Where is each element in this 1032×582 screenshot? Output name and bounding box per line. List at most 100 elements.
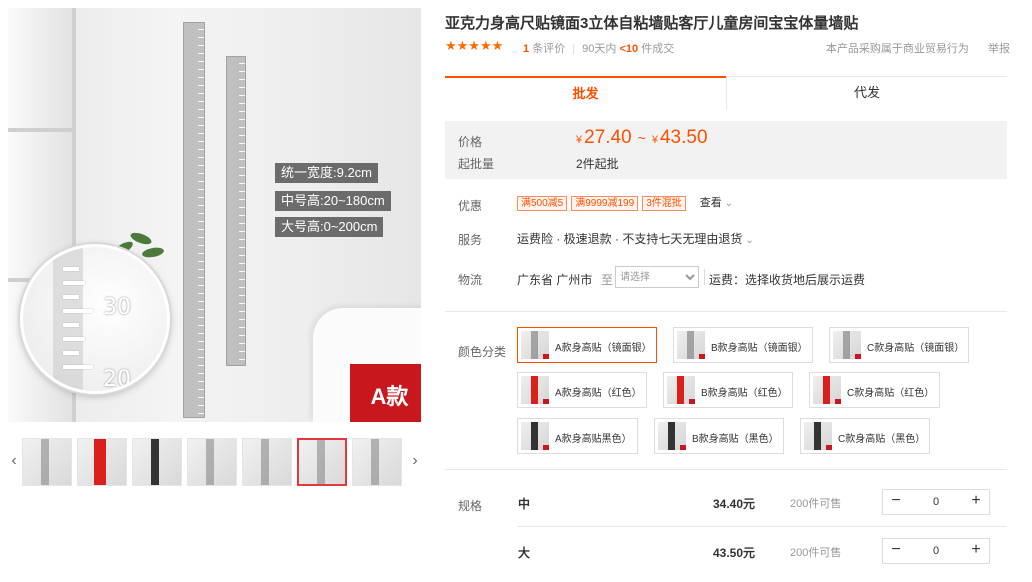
thumbnail-strip: ‹ ›: [8, 436, 421, 488]
zoom-detail-circle: 30 20: [20, 244, 170, 394]
price-label: 价格: [458, 135, 483, 149]
ruler-tick: [239, 127, 245, 128]
ruler-tick: [198, 189, 204, 190]
color-option-c-red[interactable]: C款身高贴（红色）: [809, 372, 940, 408]
color-option-a-black[interactable]: A款身高贴黑色）: [517, 418, 638, 454]
chevron-down-icon: ⌄: [724, 198, 734, 209]
ruler-tick: [239, 359, 245, 360]
quantity-input[interactable]: [911, 491, 961, 513]
thumb-prev-arrow-icon[interactable]: ‹: [8, 450, 20, 472]
spec-price: 43.50元: [713, 546, 756, 560]
ruler-tick: [239, 279, 245, 280]
quantity-input[interactable]: [911, 540, 961, 562]
promo-label: 优惠: [458, 199, 483, 213]
thumbnail[interactable]: [187, 438, 237, 486]
ruler-tick: [239, 287, 245, 288]
quantity-stepper: − +: [882, 538, 990, 564]
tab-wholesale[interactable]: 批发: [445, 76, 726, 110]
ruler-tick: [198, 37, 204, 38]
ruler-tick: [198, 389, 204, 390]
color-option-a-silver[interactable]: A款身高贴（镜面银）: [517, 327, 657, 363]
increase-button[interactable]: +: [963, 539, 989, 563]
decrease-button[interactable]: −: [883, 490, 909, 514]
ruler-tick: [239, 263, 245, 264]
rating-row: ★★★★★ 1 条评价 | 90天内 <10 件成交 本产品采购属于商业贸易行为…: [445, 38, 1010, 55]
color-option-c-black[interactable]: C款身高贴（黑色）: [800, 418, 930, 454]
ruler-tick: [239, 143, 245, 144]
main-product-image: 统一宽度:9.2cm 中号高:20~180cm 大号高:0~200cm 30 2…: [8, 8, 421, 422]
spec-stock: 200件可售: [790, 547, 842, 559]
thumbnail[interactable]: [77, 438, 127, 486]
ruler-tick: [198, 373, 204, 374]
ruler-tick: [198, 109, 204, 110]
ruler-large: [183, 22, 205, 418]
ruler-tick: [198, 77, 204, 78]
ruler-tick: [198, 357, 204, 358]
ruler-tick: [198, 301, 204, 302]
ruler-tick: [239, 335, 245, 336]
thumbnail[interactable]: [22, 438, 72, 486]
ruler-tick: [239, 63, 245, 64]
ruler-tick: [239, 239, 245, 240]
ruler-tick: [239, 343, 245, 344]
spec-price: 34.40元: [713, 497, 756, 511]
promo-tag: 满9999减199: [571, 196, 639, 211]
thumbnail[interactable]: [352, 438, 402, 486]
ruler-tick: [239, 351, 245, 352]
moq-label: 起批量: [458, 157, 495, 171]
review-label[interactable]: 条评价: [532, 43, 565, 55]
ruler-tick: [198, 125, 204, 126]
report-link[interactable]: 举报: [988, 43, 1010, 55]
destination-select[interactable]: 请选择: [615, 266, 699, 288]
thumbnail[interactable]: [242, 438, 292, 486]
spec-tag-large-height: 大号高:0~200cm: [275, 217, 384, 237]
ruler-tick: [198, 221, 204, 222]
ruler-tick: [198, 285, 204, 286]
ruler-tick: [198, 293, 204, 294]
trade-notice: 本产品采购属于商业贸易行为: [825, 43, 969, 55]
ruler-tick: [198, 165, 204, 166]
color-option-b-black[interactable]: B款身高贴（黑色）: [654, 418, 784, 454]
promo-see-link[interactable]: 查看 ⌄: [700, 196, 733, 211]
ruler-tick: [198, 101, 204, 102]
color-option-b-silver[interactable]: B款身高贴（镜面银）: [673, 327, 813, 363]
ruler-tick: [239, 327, 245, 328]
ruler-tick: [198, 141, 204, 142]
ruler-tick: [239, 103, 245, 104]
increase-button[interactable]: +: [963, 490, 989, 514]
ruler-tick: [198, 325, 204, 326]
tab-dropship[interactable]: 代发: [726, 76, 1007, 110]
ruler-tick: [239, 159, 245, 160]
ruler-tick: [239, 303, 245, 304]
ruler-tick: [198, 157, 204, 158]
ship-to-label: 至: [601, 273, 614, 287]
star-rating-icon: ★★★★★: [445, 38, 504, 53]
ruler-tick: [239, 191, 245, 192]
ruler-tick: [239, 255, 245, 256]
ruler-tick: [239, 223, 245, 224]
sold-count: <10: [619, 43, 639, 55]
decrease-button[interactable]: −: [883, 539, 909, 563]
thumbnail[interactable]: [132, 438, 182, 486]
ruler-tick: [198, 253, 204, 254]
thumbnail-active[interactable]: [297, 438, 347, 486]
ruler-tick: [198, 133, 204, 134]
service-dropdown[interactable]: 运费险 · 极速退款 · 不支持七天无理由退货 ⌄: [517, 230, 754, 247]
color-option-a-red[interactable]: A款身高贴（红色）: [517, 372, 647, 408]
promo-tag: 满500减5: [517, 196, 568, 211]
divider: [445, 469, 1007, 470]
ruler-tick: [198, 349, 204, 350]
ruler-tick: [239, 167, 245, 168]
ruler-tick: [198, 229, 204, 230]
purchase-mode-tabs: 批发 代发: [445, 76, 1007, 110]
color-option-b-red[interactable]: B款身高贴（红色）: [663, 372, 793, 408]
ruler-tick: [198, 205, 204, 206]
thumb-next-arrow-icon[interactable]: ›: [409, 450, 421, 472]
color-option-c-silver[interactable]: C款身高贴（镜面银）: [829, 327, 969, 363]
price-box: 价格 起批量 ¥27.40 ~ ¥43.50 2件起批: [445, 121, 1007, 179]
ruler-tick: [198, 181, 204, 182]
review-count[interactable]: 1: [523, 43, 529, 55]
spec-name: 大: [518, 546, 531, 560]
ruler-tick: [198, 341, 204, 342]
spec-stock: 200件可售: [790, 498, 842, 510]
